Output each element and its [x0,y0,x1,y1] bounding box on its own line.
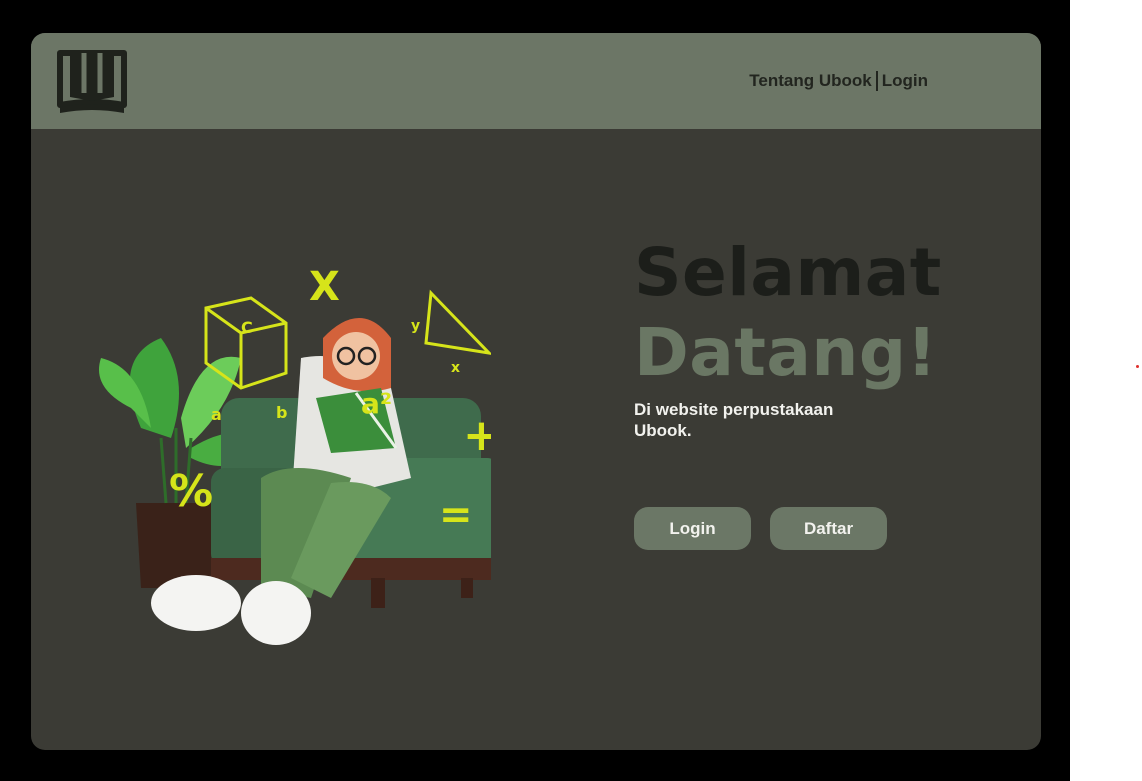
hero-subtitle: Di website perpustakaan Ubook. [634,400,834,440]
top-navbar: Tentang Ubook Login [31,33,1041,129]
cursor-dot [1136,365,1139,368]
svg-text:=: = [439,492,473,538]
svg-text:a: a [211,405,222,424]
svg-text:+: + [463,410,491,461]
hero-title-line1: Selamat [634,234,942,311]
register-button[interactable]: Daftar [770,507,887,550]
landing-page: Tentang Ubook Login X C a b y x a² % + =… [31,33,1041,750]
svg-text:X: X [309,264,340,310]
hero-title-line2: Datang! [634,314,938,391]
svg-text:%: % [169,466,213,517]
svg-text:x: x [451,360,460,376]
svg-text:y: y [411,318,420,334]
svg-text:b: b [276,403,287,422]
nav-links: Tentang Ubook Login [749,71,928,91]
login-button[interactable]: Login [634,507,751,550]
nav-divider [875,71,878,91]
hero-section: Selamat Datang! Di website perpustakaan … [634,233,942,441]
nav-login-link[interactable]: Login [882,71,928,91]
svg-text:C: C [241,318,253,337]
reading-illustration: X C a b y x a² % + = [99,264,491,645]
svg-text:a²: a² [361,387,392,420]
nav-about-link[interactable]: Tentang Ubook [749,71,871,91]
book-icon[interactable] [56,45,128,117]
